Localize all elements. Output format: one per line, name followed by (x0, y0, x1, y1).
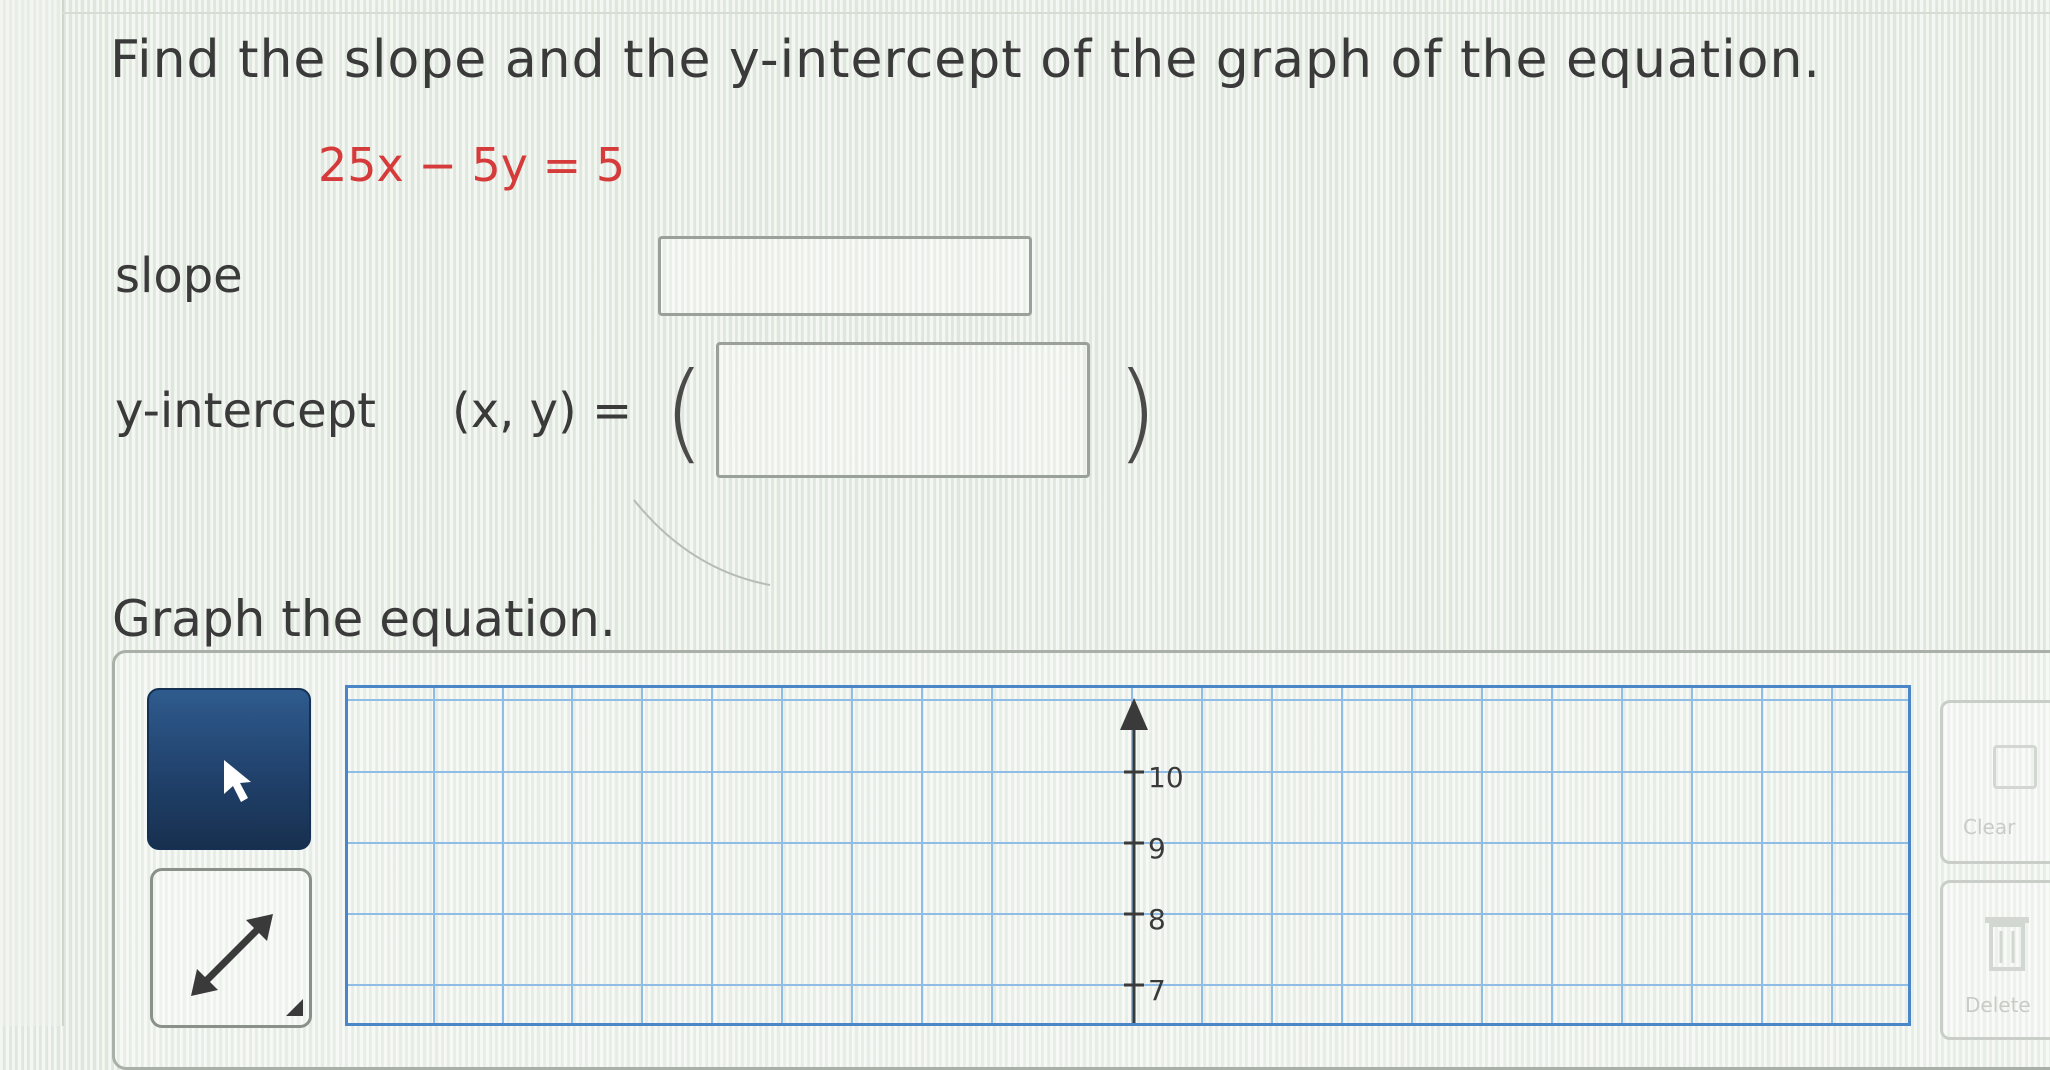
close-paren: ) (1116, 350, 1159, 475)
clear-button[interactable]: Clear (1940, 700, 2050, 864)
left-margin-rule (0, 0, 64, 1026)
y-tick-label: 10 (1148, 761, 1184, 794)
y-axis-arrow (1120, 698, 1148, 730)
pointer-arrow-icon (224, 760, 251, 802)
clear-icon (1993, 745, 2037, 789)
graph-grid: 10 9 8 7 (348, 688, 1908, 1023)
slope-label: slope (115, 248, 243, 304)
open-paren: ( (663, 350, 706, 475)
pointer-tool-button[interactable] (147, 688, 311, 850)
graph-prompt: Graph the equation. (112, 590, 616, 648)
line-tool-button[interactable] (150, 868, 312, 1028)
delete-button[interactable]: Delete (1940, 880, 2050, 1040)
y-intercept-label: y-intercept (115, 383, 376, 439)
y-tick-label: 8 (1148, 903, 1166, 936)
equation-text: 25x − 5y = 5 (318, 138, 626, 192)
top-divider (62, 0, 2050, 14)
point-expression: (x, y) = (452, 383, 633, 439)
delete-label: Delete (1965, 993, 2031, 1017)
y-tick-label: 7 (1148, 974, 1166, 1007)
double-arrow-line-icon (191, 914, 303, 1016)
slope-input[interactable] (658, 236, 1032, 316)
graph-area[interactable]: 10 9 8 7 (345, 685, 1911, 1026)
trash-icon (1985, 917, 2029, 971)
pen-mark (633, 499, 771, 586)
y-tick-label: 9 (1148, 832, 1166, 865)
y-intercept-input[interactable] (716, 342, 1090, 478)
clear-label: Clear (1963, 815, 2016, 839)
question-text: Find the slope and the y-intercept of th… (110, 30, 1821, 90)
